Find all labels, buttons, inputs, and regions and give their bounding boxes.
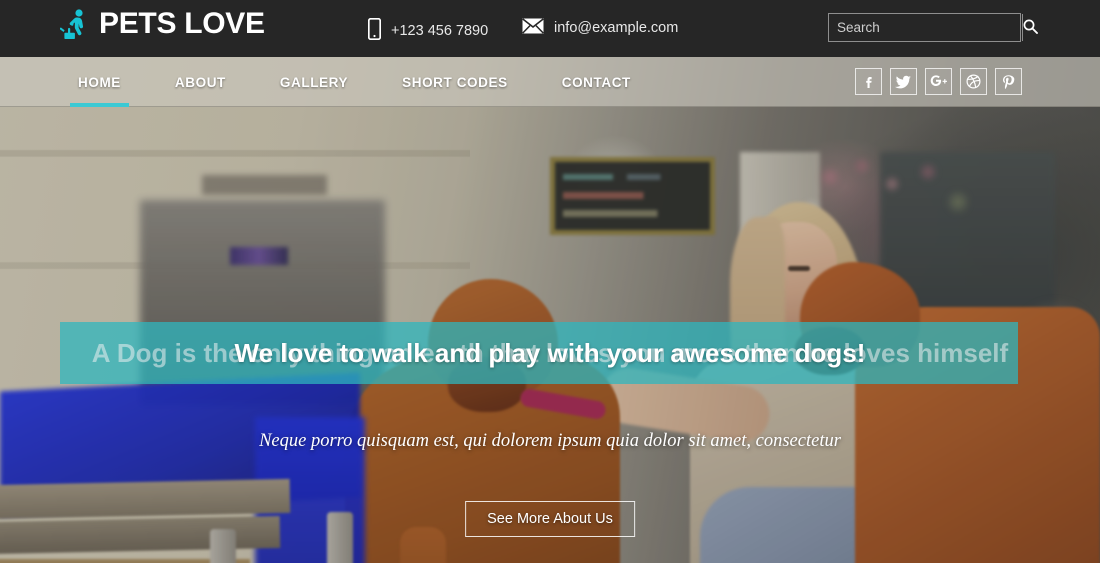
header-email[interactable]: info@example.com — [522, 18, 678, 38]
social-links — [855, 68, 1022, 95]
google-plus-icon[interactable] — [925, 68, 952, 95]
nav-item-short-codes[interactable]: SHORT CODES — [394, 57, 516, 107]
hero-background-photo — [0, 57, 1100, 563]
search-box — [828, 13, 1038, 42]
site-logo[interactable]: PETS LOVE — [59, 7, 265, 40]
search-input[interactable] — [829, 14, 1022, 41]
nav-item-about[interactable]: ABOUT — [167, 57, 234, 107]
header-phone-text: +123 456 7890 — [391, 23, 489, 39]
nav-item-contact[interactable]: CONTACT — [554, 57, 639, 107]
person-walking-dog-icon — [59, 8, 90, 40]
hero-subheadline: Neque porro quisquam est, qui dolorem ip… — [259, 431, 841, 451]
twitter-icon[interactable] — [890, 68, 917, 95]
main-navigation-bar: HOME ABOUT GALLERY SHORT CODES CONTACT — [0, 57, 1100, 107]
facebook-icon[interactable] — [855, 68, 882, 95]
mobile-phone-icon — [367, 17, 382, 44]
dribbble-icon[interactable] — [960, 68, 987, 95]
header-email-text: info@example.com — [554, 20, 679, 36]
hero-slider: A Dog is the only thing on earth that lo… — [0, 57, 1100, 563]
logo-wordmark: PETS LOVE — [99, 7, 265, 40]
search-icon — [1023, 19, 1038, 37]
envelope-icon — [522, 18, 544, 38]
nav-item-home[interactable]: HOME — [70, 57, 129, 107]
search-submit-button[interactable] — [1022, 14, 1038, 41]
pinterest-icon[interactable] — [995, 68, 1022, 95]
nav-item-gallery[interactable]: GALLERY — [272, 57, 356, 107]
see-more-about-us-button[interactable]: See More About Us — [465, 501, 635, 537]
header-phone[interactable]: +123 456 7890 — [367, 17, 489, 44]
headline-highlight-band — [60, 322, 1018, 384]
top-header-bar: PETS LOVE +123 456 7890 info@example.com — [0, 0, 1100, 57]
nav-links: HOME ABOUT GALLERY SHORT CODES CONTACT — [70, 57, 677, 107]
